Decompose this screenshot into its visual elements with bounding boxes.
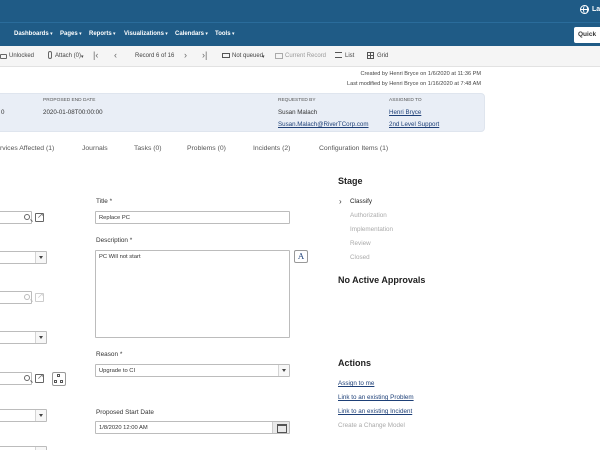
list-icon [335,52,342,58]
paperclip-icon [48,51,52,59]
search-icon[interactable] [24,294,30,300]
assign-to-me-link[interactable]: Assign to me [338,380,374,387]
menu-reports[interactable]: Reports [89,31,116,37]
requested-by-name: Susan Malach [278,109,318,116]
requested-by-label: REQUESTED BY [278,98,316,103]
first-record-icon[interactable]: |‹ [93,50,98,60]
tab-incidents[interactable]: Incidents (2) [253,145,290,152]
current-record-button[interactable]: Current Record [285,53,326,59]
record-icon [275,53,283,59]
chevron-right-icon: › [339,197,342,206]
left-select-field-2[interactable] [0,331,47,344]
record-counter: Record 6 of 16 [135,53,175,59]
create-change-model-link[interactable]: Create a Change Model [338,422,405,429]
created-info: Created by Henri Bryce on 1/6/2020 at 11… [360,71,481,77]
requested-by-email[interactable]: Susan.Malach@RiverTCorp.com [278,121,369,128]
stage-implementation: Implementation [350,226,394,233]
envelope-icon [222,53,230,58]
open-external-icon[interactable] [35,211,44,222]
menu-pages[interactable]: Pages [60,31,82,37]
proposed-start-label: Proposed Start Date [96,409,154,416]
reason-value: Upgrade to CI [99,368,136,374]
stage-classify: Classify [350,198,373,205]
attach-dropdown-icon[interactable]: ▾ [81,54,84,60]
proposed-start-value: 1/8/2020 12:00 AM [99,425,148,431]
record-toolbar: Unlocked Attach (0) ▾ |‹ ‹ Record 6 of 1… [0,46,600,67]
link-incident-link[interactable]: Link to an existing Incident [338,408,412,415]
record-tabs: rvices Affected (1) Journals Tasks (0) P… [0,145,600,155]
summary-panel: 0 PROPOSED END DATE 2020-01-08T00:00:00 … [0,93,485,132]
proposed-end-value: 2020-01-08T00:00:00 [43,109,103,116]
stage-review: Review [350,240,371,247]
required-mark: * [129,237,133,244]
modified-info: Last modified by Henri Bryce on 1/16/202… [346,81,481,87]
proposed-start-input[interactable]: 1/8/2020 12:00 AM [95,421,290,434]
open-external-icon[interactable] [35,291,44,302]
next-record-icon[interactable]: › [184,50,187,60]
tab-tasks[interactable]: Tasks (0) [134,145,162,152]
title-input[interactable]: Replace PC [95,211,290,224]
title-label-text: Title [96,198,108,205]
hierarchy-button[interactable] [52,372,66,386]
chevron-down-icon [35,332,46,343]
list-button[interactable]: List [345,53,354,59]
menu-dashboards[interactable]: Dashboards [14,31,53,37]
globe-icon[interactable] [580,5,589,14]
search-icon[interactable] [24,214,30,220]
queue-button[interactable]: Not queued [232,53,263,59]
chevron-down-icon [35,252,46,263]
hierarchy-node [60,380,63,383]
hierarchy-node [54,380,57,383]
assigned-group[interactable]: 2nd Level Support [389,121,439,128]
required-mark: * [109,198,113,205]
assigned-to-label: ASSIGNED TO [389,98,422,103]
stage-authorization: Authorization [350,212,387,219]
required-mark: * [119,351,123,358]
actions-title: Actions [338,358,372,368]
reason-select[interactable]: Upgrade to CI [95,364,290,377]
tab-journals[interactable]: Journals [82,145,108,152]
open-external-icon[interactable] [35,372,44,383]
left-select-field-4[interactable] [0,446,47,450]
tab-problems[interactable]: Problems (0) [187,145,226,152]
top-bar: La [0,0,600,22]
proposed-end-label: PROPOSED END DATE [43,98,96,103]
attach-button[interactable]: Attach (0) [55,53,81,59]
summary-left-value: 0 [1,109,5,116]
grid-icon [367,52,374,59]
language-selector[interactable]: La [592,6,600,13]
stage-title: Stage [338,176,363,186]
unlocked-button[interactable]: Unlocked [9,53,34,59]
left-select-field-1[interactable] [0,251,47,264]
title-label: Title * [96,198,112,205]
main-nav: Dashboards Pages Reports Visualizations … [0,22,600,46]
previous-record-icon[interactable]: ‹ [114,50,117,60]
left-select-field-3[interactable] [0,409,47,422]
reason-label: Reason * [96,351,122,358]
queue-dropdown-icon[interactable]: ▾ [262,54,265,60]
last-record-icon[interactable]: ›| [202,50,207,60]
calendar-icon[interactable] [272,422,289,433]
menu-visualizations[interactable]: Visualizations [124,31,168,37]
description-label-text: Description [96,237,128,244]
description-textarea[interactable]: PC Will not start [95,250,290,338]
menu-tools[interactable]: Tools [215,31,234,37]
approvals-title: No Active Approvals [338,275,426,285]
description-label: Description * [96,237,132,244]
reason-label-text: Reason [96,351,119,358]
grid-button[interactable]: Grid [377,53,388,59]
tab-services-affected[interactable]: rvices Affected (1) [0,145,54,152]
lock-icon [0,54,7,59]
tab-configuration-items[interactable]: Configuration Items (1) [319,145,388,152]
menu-calendars[interactable]: Calendars [175,31,208,37]
assigned-to-name[interactable]: Henri Bryce [389,109,421,116]
font-format-button[interactable]: A [294,250,308,263]
quick-button[interactable]: Quick [574,27,600,43]
stage-closed: Closed [350,254,370,261]
search-icon[interactable] [24,375,30,381]
link-problem-link[interactable]: Link to an existing Problem [338,394,414,401]
hierarchy-icon [57,374,60,377]
chevron-down-icon [35,410,46,421]
chevron-down-icon [278,365,289,376]
